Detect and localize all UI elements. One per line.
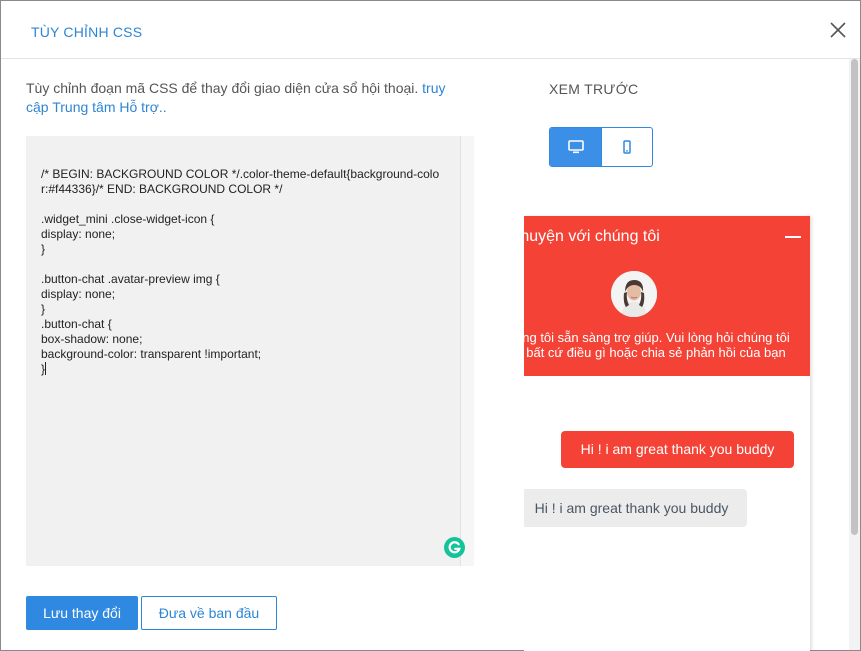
text-caret (45, 362, 47, 375)
widget-message: ng tôi sẵn sàng trợ giúp. Vui lòng hỏi c… (524, 330, 790, 360)
sent-message-bubble: Hi ! i am great thank you buddy (561, 431, 794, 468)
preview-label: XEM TRƯỚC (549, 81, 639, 97)
reset-button[interactable]: Đưa về ban đầu (141, 596, 277, 630)
minimize-icon[interactable] (785, 236, 801, 238)
scrollbar[interactable] (849, 59, 860, 650)
mobile-view-button[interactable] (601, 128, 652, 166)
widget-header: ò chuyện với chúng tôi ng tôi sẵn sàng t… (524, 216, 810, 376)
dialog-header: TÙY CHỈNH CSS (1, 1, 860, 59)
grammarly-icon[interactable] (444, 537, 465, 558)
desktop-icon (567, 140, 584, 154)
dialog-title: TÙY CHỈNH CSS (31, 24, 143, 40)
description-text: Tùy chỉnh đoạn mã CSS để thay đổi giao d… (26, 80, 423, 96)
desktop-view-button[interactable] (550, 128, 601, 166)
css-code[interactable]: /* BEGIN: BACKGROUND COLOR */.color-them… (41, 167, 445, 377)
save-button[interactable]: Lưu thay đổi (26, 596, 138, 630)
mobile-icon (623, 140, 631, 154)
css-editor[interactable]: /* BEGIN: BACKGROUND COLOR */.color-them… (26, 136, 474, 566)
css-code-text: /* BEGIN: BACKGROUND COLOR */.color-them… (41, 167, 440, 376)
close-icon[interactable] (829, 21, 847, 39)
description: Tùy chỉnh đoạn mã CSS để thay đổi giao d… (26, 79, 466, 117)
widget-title: ò chuyện với chúng tôi (524, 228, 660, 245)
device-toggle (549, 127, 653, 167)
chat-widget-preview: ò chuyện với chúng tôi ng tôi sẵn sàng t… (524, 216, 810, 651)
editor-gutter (460, 136, 474, 566)
scrollbar-thumb[interactable] (851, 59, 858, 535)
agent-avatar (611, 271, 657, 317)
received-message-bubble: Hi ! i am great thank you buddy (524, 489, 747, 527)
